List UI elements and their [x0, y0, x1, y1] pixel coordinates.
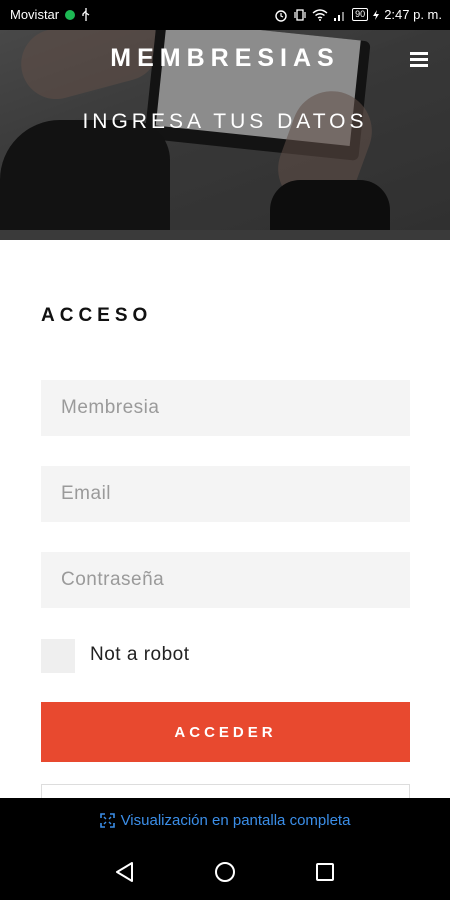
battery-icon: 90: [352, 8, 369, 21]
fullscreen-banner[interactable]: Visualización en pantalla completa: [0, 798, 450, 842]
alarm-icon: [274, 8, 288, 22]
status-left: Movistar: [10, 7, 91, 22]
status-bar: Movistar 90 2:47 p. m.: [0, 0, 450, 30]
membership-input[interactable]: [41, 380, 410, 436]
navigation-bar: [0, 842, 450, 900]
usb-icon: [81, 8, 91, 21]
status-right: 90 2:47 p. m.: [274, 7, 442, 22]
clock: 2:47 p. m.: [384, 7, 442, 22]
brand-title[interactable]: MEMBRESIAS: [0, 44, 450, 73]
carrier-name: Movistar: [10, 7, 60, 22]
hamburger-icon[interactable]: [410, 52, 428, 68]
wifi-icon: [312, 8, 328, 21]
robot-checkbox-label[interactable]: Not a robot: [90, 644, 190, 666]
fullscreen-icon: [99, 812, 115, 828]
back-icon[interactable]: [114, 861, 136, 883]
password-input[interactable]: [41, 552, 410, 608]
hero-banner: MEMBRESIAS INGRESA TUS DATOS: [0, 30, 450, 240]
submit-button[interactable]: ACCEDER: [41, 702, 410, 762]
hero-bottom-edge: [0, 230, 450, 240]
page-subtitle: INGRESA TUS DATOS: [82, 110, 368, 133]
fullscreen-label[interactable]: Visualización en pantalla completa: [121, 812, 351, 829]
recents-icon[interactable]: [314, 861, 336, 883]
form-title: ACCESO: [41, 305, 153, 326]
home-icon[interactable]: [214, 861, 236, 883]
signal-icon: [333, 9, 347, 21]
email-input[interactable]: [41, 466, 410, 522]
notification-dot-icon: [65, 9, 76, 20]
robot-checkbox[interactable]: [41, 639, 75, 673]
charging-icon: [373, 9, 380, 20]
vibrate-icon: [293, 8, 307, 22]
